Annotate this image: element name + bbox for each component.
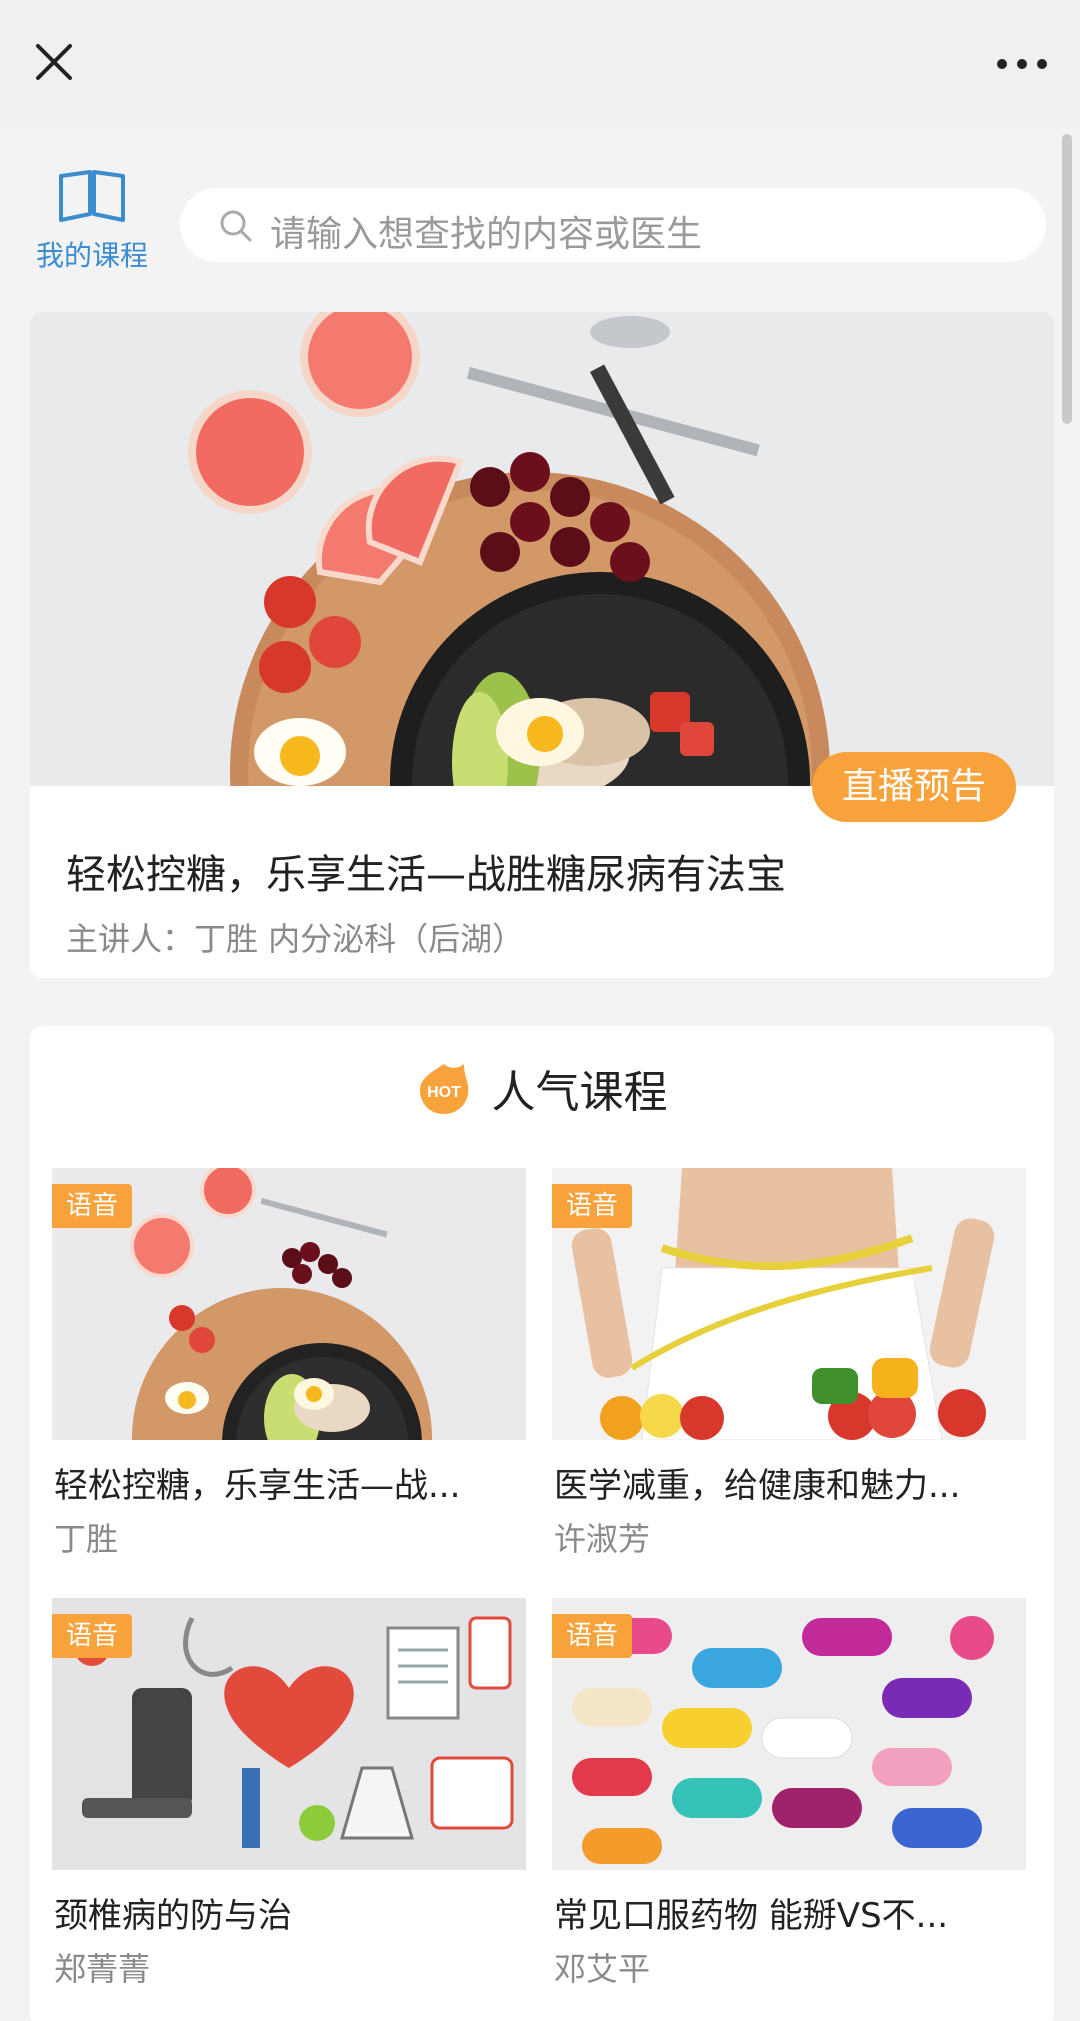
search-bar[interactable]: 请输入想查找的内容或医生 xyxy=(180,188,1046,262)
live-preview-badge: 直播预告 xyxy=(811,752,1016,822)
course-author: 丁胜 xyxy=(54,1520,119,1558)
search-placeholder: 请输入想查找的内容或医生 xyxy=(270,214,703,255)
course-title: 常见口服药物 能掰VS不... xyxy=(554,1896,949,1936)
close-icon xyxy=(36,44,72,80)
book-icon xyxy=(59,170,125,222)
more-button[interactable] xyxy=(992,44,1052,84)
course-author: 郑菁菁 xyxy=(54,1950,151,1988)
voice-tag: 语音 xyxy=(552,1614,633,1658)
course-author: 许淑芳 xyxy=(554,1520,651,1558)
popular-courses-section: HOT 人气课程 语音 轻松控糖，乐享生活—战... 丁胜 语音 医学减重，给健… xyxy=(30,1026,1054,2021)
live-course-banner[interactable]: 直播预告 轻松控糖，乐享生活—战胜糖尿病有法宝 主讲人：丁胜 内分泌科（后湖） xyxy=(30,312,1054,978)
banner-title: 轻松控糖，乐享生活—战胜糖尿病有法宝 xyxy=(66,852,786,898)
close-button[interactable] xyxy=(28,36,80,88)
hot-icon: HOT xyxy=(416,1060,472,1116)
voice-tag: 语音 xyxy=(552,1184,633,1228)
course-title: 颈椎病的防与治 xyxy=(54,1896,292,1936)
course-card[interactable]: 语音 轻松控糖，乐享生活—战... 丁胜 xyxy=(52,1168,526,1568)
hot-badge-text: HOT xyxy=(428,1084,462,1101)
popular-header: HOT 人气课程 xyxy=(30,1056,1054,1126)
course-card[interactable]: 语音 常见口服药物 能掰VS不... 邓艾平 xyxy=(552,1598,1026,1998)
scrollbar[interactable] xyxy=(1062,134,1072,424)
top-bar xyxy=(0,0,1080,126)
course-author: 邓艾平 xyxy=(554,1950,651,1988)
course-card[interactable]: 语音 颈椎病的防与治 郑菁菁 xyxy=(52,1598,526,1998)
course-title: 医学减重，给健康和魅力... xyxy=(554,1466,961,1506)
voice-tag: 语音 xyxy=(52,1614,133,1658)
course-card[interactable]: 语音 医学减重，给健康和魅力... 许淑芳 xyxy=(552,1168,1026,1568)
search-icon xyxy=(220,210,252,242)
my-course-button[interactable]: 我的课程 xyxy=(28,168,156,278)
banner-image xyxy=(30,312,1054,786)
food-plate-illustration xyxy=(30,312,1054,786)
my-course-label: 我的课程 xyxy=(35,239,148,272)
more-dots-icon xyxy=(997,59,1047,69)
voice-tag: 语音 xyxy=(52,1184,133,1228)
popular-title: 人气课程 xyxy=(491,1067,668,1118)
banner-speaker: 主讲人：丁胜 内分泌科（后湖） xyxy=(66,920,525,958)
course-title: 轻松控糖，乐享生活—战... xyxy=(54,1466,461,1506)
